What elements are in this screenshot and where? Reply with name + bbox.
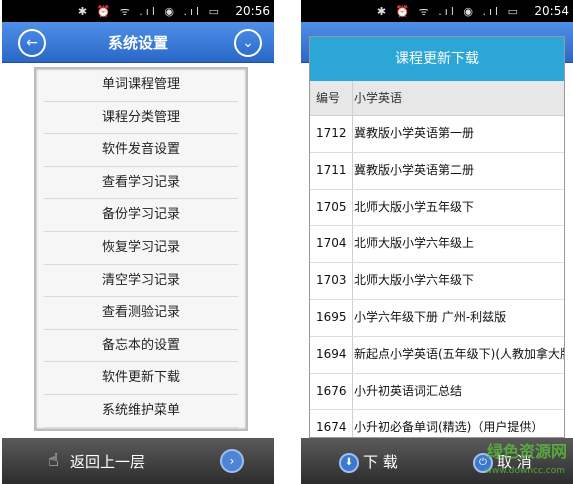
course-name: 冀教版小学英语第一册 (354, 126, 475, 140)
menu-item[interactable]: 查看学习记录 (44, 167, 238, 200)
course-name: 北师大版小学六年级下 (354, 273, 475, 288)
table-row[interactable]: 1694 新起点小学英语(五年级下)(人教加拿大版) (310, 336, 564, 374)
course-download-dialog: 课程更新下载 编号 小学英语 1712 冀教版小学英语第一册 1711 冀教版小学英语… (309, 36, 565, 438)
column-header-name: 小学英语 (354, 91, 403, 105)
menu-item[interactable]: 清空学习记录 (44, 265, 238, 298)
status-bar: ✱ ⏰ ᯤ .ıl ◉ .ıl ▭ 20:56 (2, 0, 274, 22)
hand-pointer-icon[interactable]: ☝ (48, 450, 59, 471)
table-row[interactable]: 1676 小升初英语词汇总结 (310, 373, 564, 411)
status-icons: ✱ ⏰ ᯤ .ıl ◉ .ıl ▭ (376, 5, 521, 18)
course-id: 1705 (310, 189, 353, 226)
table-row[interactable]: 1711 冀教版小学英语第二册 (310, 152, 564, 190)
download-icon: ⬇ (339, 452, 359, 473)
table-row[interactable]: 1705 北师大版小学五年级下 (310, 189, 564, 227)
bottom-bar: ☝ 返回上一层 › (2, 438, 274, 484)
watermark-logo: 绿色资源网 (486, 442, 567, 461)
table-row[interactable]: 1674 小升初必备单词(精选)（用户提供） (310, 410, 564, 437)
course-name: 新起点小学英语(五年级下)(人教加拿大版) (354, 346, 564, 361)
back-to-previous-button[interactable]: 返回上一层 (70, 451, 145, 472)
status-time: 20:56 (235, 4, 270, 18)
course-id: 1711 (310, 152, 353, 189)
menu-item[interactable]: 备份学习记录 (44, 199, 238, 232)
course-id: 1712 (310, 116, 353, 152)
course-id: 1694 (310, 336, 353, 373)
download-screen: ✱ ⏰ ᯤ .ıl ◉ .ıl ▭ 20:54 课程更新下载 编号 小学英语 1… (301, 0, 573, 484)
chevron-down-icon[interactable]: ⌄ (234, 29, 262, 57)
menu-item[interactable]: 系统维护菜单 (44, 395, 238, 428)
settings-screen: ✱ ⏰ ᯤ .ıl ◉ .ıl ▭ 20:56 ← 系统设置 ⌄ 单词课程管理课… (2, 0, 274, 484)
settings-menu: 单词课程管理 课程分类管理 软件发音设置 查看学习记录 备份学习记录 恢复学习记录 清空学习… (34, 67, 248, 431)
download-label: 下 载 (363, 453, 398, 471)
course-name: 小升初英语词汇总结 (354, 383, 463, 398)
course-id: 1703 (310, 263, 353, 299)
course-name: 北师大版小学五年级下 (354, 199, 475, 214)
column-header-id: 编号 (310, 81, 353, 115)
menu-item[interactable]: 查看测验记录 (44, 297, 238, 330)
title-bar: ← 系统设置 ⌄ (2, 22, 274, 63)
bottom-bar: ⬇ 下 载 ⏻ 取 消 绿色资源网 www.downcc.com (301, 438, 573, 484)
download-button[interactable]: ⬇ 下 载 (339, 451, 398, 473)
menu-item[interactable]: 课程分类管理 (44, 102, 238, 135)
table-header: 编号 小学英语 (310, 81, 564, 116)
table-row[interactable]: 1712 冀教版小学英语第一册 (310, 116, 564, 153)
menu-item[interactable]: 软件发音设置 (44, 134, 238, 167)
menu-item[interactable]: 软件更新下载 (44, 362, 238, 395)
status-icons: ✱ ⏰ ᯤ .ıl ◉ .ıl ▭ (77, 5, 222, 18)
table-row[interactable]: 1703 北师大版小学六年级下 (310, 263, 564, 300)
course-id: 1704 (310, 226, 353, 263)
status-time: 20:54 (534, 4, 569, 18)
table-row[interactable]: 1704 北师大版小学六年级上 (310, 226, 564, 264)
course-name: 北师大版小学六年级上 (354, 236, 475, 251)
watermark-url: www.downcc.com (484, 466, 565, 476)
course-id: 1676 (310, 373, 353, 410)
course-name: 小升初必备单词(精选)（用户提供） (354, 420, 544, 435)
course-id: 1674 (310, 410, 353, 437)
menu-item[interactable]: 备忘本的设置 (44, 330, 238, 363)
next-arrow-icon[interactable]: › (220, 449, 244, 473)
course-id: 1695 (310, 299, 353, 336)
course-name: 冀教版小学英语第二册 (354, 162, 475, 177)
table-row[interactable]: 1695 小学六年级下册 广州-利兹版 (310, 299, 564, 337)
menu-item[interactable]: 单词课程管理 (44, 69, 238, 102)
dialog-title: 课程更新下载 (310, 37, 564, 81)
status-bar: ✱ ⏰ ᯤ .ıl ◉ .ıl ▭ 20:54 (301, 0, 573, 22)
course-name: 小学六年级下册 广州-利兹版 (354, 309, 507, 324)
menu-item[interactable]: 恢复学习记录 (44, 232, 238, 265)
